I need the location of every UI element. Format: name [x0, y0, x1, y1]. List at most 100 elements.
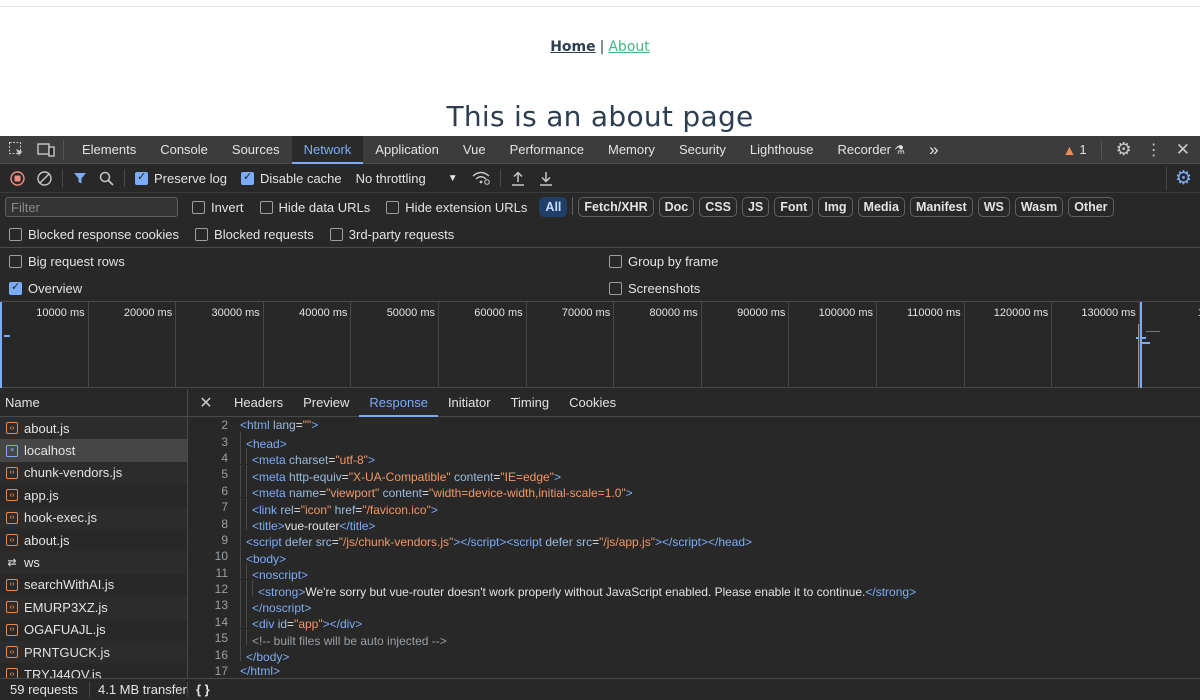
blocked-response-cookies-checkbox[interactable]: Blocked response cookies [9, 227, 179, 242]
tab-elements[interactable]: Elements [70, 136, 148, 164]
group-by-frame-checkbox[interactable]: Group by frame [609, 254, 718, 269]
settings-gear-icon[interactable]: ⚙ [1116, 139, 1132, 160]
network-conditions-icon[interactable] [472, 171, 490, 185]
filter-checkboxes: Invert Hide data URLs Hide extension URL… [192, 200, 527, 215]
filter-funnel-icon[interactable] [73, 171, 87, 185]
request-name: chunk-vendors.js [24, 465, 123, 481]
hide-extension-urls-checkbox[interactable]: Hide extension URLs [386, 200, 527, 215]
third-party-requests-checkbox[interactable]: 3rd-party requests [329, 227, 454, 242]
type-filter-wasm[interactable]: Wasm [1014, 197, 1064, 217]
request-row[interactable]: ⇄ ws [0, 551, 187, 574]
hide-extension-urls-box[interactable] [386, 200, 400, 214]
request-row[interactable]: ‹› about.js [0, 417, 187, 440]
hide-data-urls-box[interactable] [259, 200, 273, 214]
screenshots-checkbox[interactable]: Screenshots [609, 281, 700, 296]
clear-log-icon[interactable] [37, 170, 52, 186]
detail-tab-timing[interactable]: Timing [501, 389, 560, 417]
type-filter-css[interactable]: CSS [699, 197, 737, 217]
request-row[interactable]: ‹› EMURP3XZ.js [0, 596, 187, 619]
invert-checkbox[interactable]: Invert [192, 200, 244, 215]
filter-input[interactable] [5, 197, 178, 217]
type-filter-all[interactable]: All [539, 197, 568, 217]
tab-network[interactable]: Network [291, 135, 364, 164]
response-viewer[interactable]: 2 <html lang=""> 3 <head> 4 <meta charset="ut… [188, 417, 1200, 678]
detail-tab-cookies[interactable]: Cookies [559, 389, 626, 417]
nav-link-about[interactable]: About [608, 39, 649, 55]
overview-checkbox[interactable]: Overview [9, 280, 82, 296]
preserve-log-checkbox[interactable]: Preserve log [135, 170, 227, 186]
hide-data-urls-checkbox[interactable]: Hide data URLs [259, 200, 370, 215]
type-filter-doc[interactable]: Doc [658, 197, 695, 217]
tab-vue[interactable]: Vue [451, 136, 498, 164]
request-row[interactable]: ‹› TRYJ44QV.js [0, 663, 187, 678]
big-request-rows-checkbox[interactable]: Big request rows [9, 254, 125, 269]
inspect-element-icon[interactable] [8, 141, 25, 158]
big-request-rows-box[interactable] [9, 255, 22, 268]
warning-count: 1 [1079, 142, 1087, 157]
detail-tab-headers[interactable]: Headers [224, 389, 293, 417]
import-har-icon[interactable] [511, 170, 525, 186]
overview-left-handle[interactable] [0, 302, 4, 388]
tab-sources[interactable]: Sources [220, 136, 292, 164]
request-row[interactable]: ‹› hook-exec.js [0, 506, 187, 529]
request-row[interactable]: ‹› chunk-vendors.js [0, 461, 187, 485]
type-filter-img[interactable]: Img [818, 197, 853, 217]
tab-security[interactable]: Security [667, 136, 738, 164]
blocked-response-cookies-box[interactable] [9, 227, 22, 241]
tab-memory[interactable]: Memory [596, 136, 667, 164]
third-party-requests-box[interactable] [329, 227, 343, 241]
network-settings-gear-icon[interactable]: ⚙ [1165, 166, 1192, 190]
preserve-log-box[interactable] [135, 170, 148, 185]
tab-console[interactable]: Console [148, 136, 220, 164]
close-detail-icon[interactable]: ✕ [188, 393, 224, 413]
request-name: hook-exec.js [24, 510, 97, 526]
device-toolbar-icon[interactable] [37, 142, 55, 158]
request-row[interactable]: ‹› about.js [0, 529, 187, 551]
more-tabs-button[interactable]: » [917, 136, 950, 164]
stop-recording-icon[interactable] [10, 170, 25, 186]
more-options-icon[interactable]: ⋮ [1146, 140, 1162, 160]
detail-tab-initiator[interactable]: Initiator [438, 389, 501, 417]
detail-tab-response[interactable]: Response [359, 389, 438, 417]
search-icon[interactable] [99, 171, 114, 186]
group-by-frame-box[interactable] [609, 255, 622, 268]
settings-right: Screenshots [600, 281, 1200, 296]
request-row[interactable]: ‹› OGAFUAJL.js [0, 619, 187, 641]
request-row[interactable]: ‹› PRNTGUCK.js [0, 640, 187, 664]
request-name: OGAFUAJL.js [24, 622, 106, 638]
blocked-requests-box[interactable] [195, 227, 209, 241]
type-filter-media[interactable]: Media [857, 197, 905, 217]
tab-performance[interactable]: Performance [498, 136, 596, 164]
throttling-select[interactable]: No throttling ▼ [356, 171, 458, 186]
type-filter-js[interactable]: JS [741, 197, 770, 217]
code-line: 14 <div id="app"></div> [188, 612, 1200, 631]
tab-lighthouse[interactable]: Lighthouse [738, 136, 826, 164]
tab-recorder[interactable]: Recorder ⚗ [826, 136, 918, 164]
export-har-icon[interactable] [539, 171, 553, 186]
type-filter-manifest[interactable]: Manifest [909, 197, 973, 217]
detail-tab-preview[interactable]: Preview [293, 389, 359, 417]
close-devtools-icon[interactable]: ✕ [1176, 140, 1190, 160]
blocked-requests-checkbox[interactable]: Blocked requests [195, 227, 314, 242]
request-row[interactable]: ≡ localhost [0, 439, 187, 462]
disable-cache-checkbox[interactable]: Disable cache [240, 170, 342, 186]
tab-application[interactable]: Application [363, 136, 451, 164]
type-filter-ws[interactable]: WS [977, 197, 1010, 217]
type-filter-other[interactable]: Other [1068, 197, 1114, 217]
network-overview-timeline[interactable]: 10000 ms 20000 ms 30000 ms 40000 ms 50000 ms… [0, 302, 1200, 388]
overview-right-handle[interactable] [1140, 302, 1142, 388]
warning-counter[interactable]: ▲ 1 [1063, 142, 1087, 158]
code-line: 3 <head> [188, 432, 1200, 451]
invert-box[interactable] [192, 200, 205, 214]
request-list-header[interactable]: Name [0, 389, 187, 417]
type-filter-fetch-xhr[interactable]: Fetch/XHR [578, 197, 654, 217]
pretty-print-button[interactable]: { } [188, 682, 218, 697]
overview-box[interactable] [9, 280, 22, 295]
disable-cache-box[interactable] [240, 170, 254, 185]
nav-link-home[interactable]: Home [550, 39, 595, 55]
type-filter-font[interactable]: Font [774, 197, 814, 217]
request-row[interactable]: ‹› searchWithAI.js [0, 574, 187, 596]
screenshots-box[interactable] [609, 281, 622, 295]
request-row[interactable]: ‹› app.js [0, 484, 187, 506]
blocked-filter-row: Blocked response cookies Blocked request… [0, 221, 1200, 248]
